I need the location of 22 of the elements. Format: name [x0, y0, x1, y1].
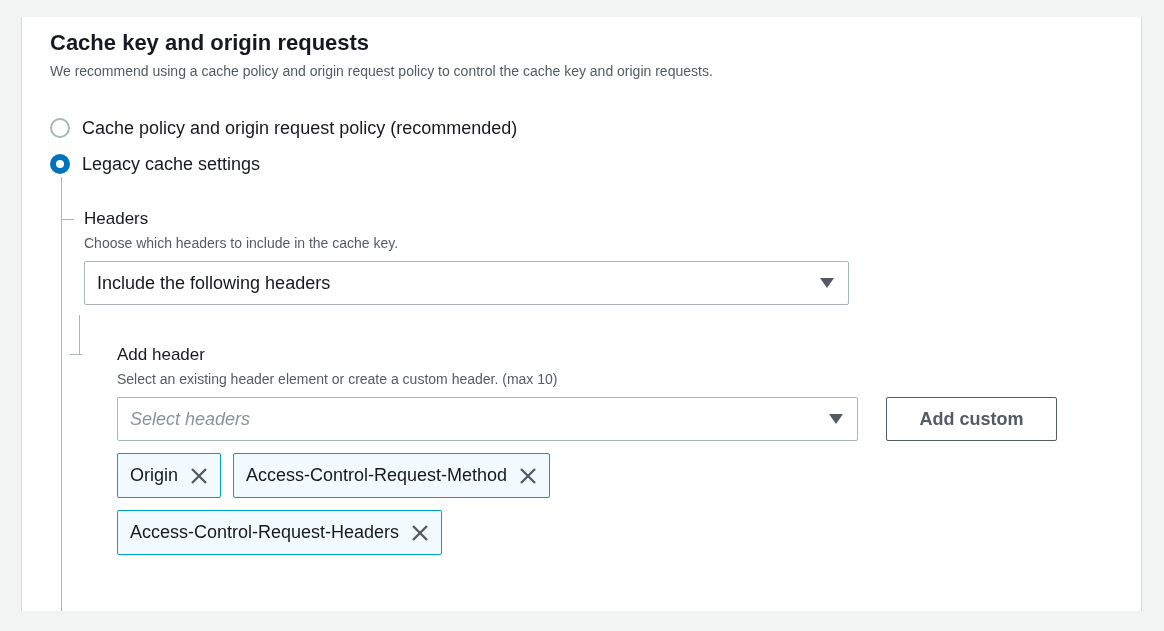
radio-option[interactable]: Legacy cache settings [50, 151, 1141, 177]
close-icon[interactable] [411, 523, 430, 542]
radio-option[interactable]: Cache policy and origin request policy (recommended) [50, 115, 1141, 141]
token-label: Access-Control-Request-Headers [130, 522, 400, 543]
token-label: Access-Control-Request-Method [246, 465, 508, 486]
close-icon[interactable] [519, 466, 538, 485]
field-label: Headers [84, 208, 150, 230]
radio-icon[interactable] [50, 118, 70, 138]
headers-dropdown[interactable]: Include the following headers [84, 261, 849, 305]
radio-icon[interactable] [50, 154, 70, 174]
radio-label: Legacy cache settings [82, 153, 261, 176]
add-custom-button[interactable]: Add custom [886, 397, 1057, 441]
dropdown-caret-icon [829, 414, 843, 424]
field-label: Add header [117, 344, 206, 366]
field-description: Select an existing header element or create a custom header. (max 10) [117, 370, 559, 389]
dropdown-caret-icon [820, 278, 834, 288]
token-label: Origin [130, 465, 178, 486]
close-icon[interactable] [190, 466, 208, 485]
section-description: We recommend using a cache policy and origin request policy to control the cache key and origin requests. [50, 62, 714, 81]
section-title: Cache key and origin requests [50, 29, 371, 57]
radio-label: Cache policy and origin request policy (recommended) [82, 117, 518, 140]
field-description: Choose which headers to include in the cache key. [84, 234, 400, 253]
